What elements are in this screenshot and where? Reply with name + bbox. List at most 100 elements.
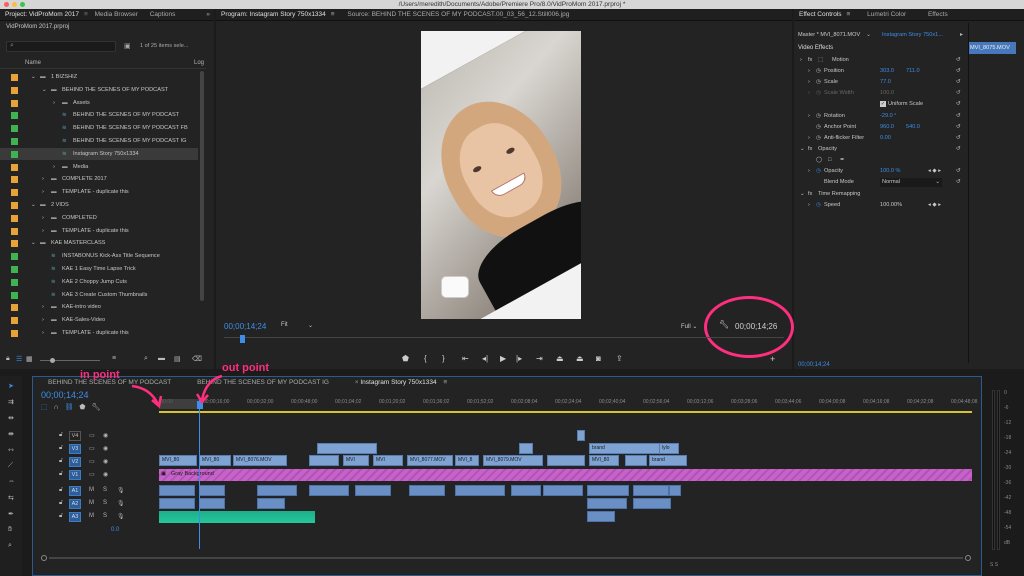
- reset-icon[interactable]: ↺: [956, 55, 961, 66]
- track-lock-icon[interactable]: 🔓︎: [59, 432, 63, 439]
- keyframe-nav-icon[interactable]: ◂ ◆ ▸: [928, 166, 941, 177]
- disclosure-open-icon[interactable]: ⌄: [42, 84, 47, 97]
- audio-clip-music[interactable]: [159, 511, 315, 523]
- tab-project[interactable]: Project: VidProMom 2017: [0, 9, 84, 21]
- microphone-icon[interactable]: 🎙︎: [117, 500, 125, 507]
- timeline-timecode[interactable]: 00;00;14;24: [41, 390, 89, 400]
- project-item[interactable]: › ▬ Media: [0, 161, 198, 174]
- eye-icon[interactable]: ◉: [103, 432, 108, 439]
- label-color-swatch[interactable]: [11, 266, 18, 273]
- track-target-toggle[interactable]: V2: [69, 457, 81, 467]
- sort-icon[interactable]: ≡: [112, 355, 116, 362]
- video-clip[interactable]: [547, 455, 585, 466]
- audio-clip[interactable]: [355, 485, 391, 496]
- reset-icon[interactable]: ↺: [956, 111, 961, 122]
- reset-icon[interactable]: ↺: [956, 144, 961, 155]
- resolution-dropdown[interactable]: Full ⌄: [681, 323, 697, 330]
- disclosure-open-icon[interactable]: ⌄: [31, 71, 36, 84]
- reset-icon[interactable]: ↺: [956, 122, 961, 133]
- insert-overwrite-icon[interactable]: ⬚: [41, 404, 48, 411]
- label-color-swatch[interactable]: [11, 163, 18, 171]
- label-color-swatch[interactable]: [11, 278, 18, 286]
- solo-button[interactable]: S: [103, 487, 107, 493]
- work-area-bar[interactable]: [159, 411, 972, 413]
- playhead-line[interactable]: [199, 399, 200, 549]
- project-item[interactable]: › ▬ TEMPLATE - duplicate this: [0, 186, 198, 199]
- find-icon[interactable]: ⌕: [144, 355, 148, 363]
- tab-effect-controls[interactable]: Effect Controls: [794, 9, 847, 21]
- audio-clip[interactable]: [257, 498, 285, 509]
- trash-icon[interactable]: ⌫: [192, 355, 202, 363]
- close-window-icon[interactable]: [4, 2, 9, 7]
- disclosure-closed-icon[interactable]: ›: [42, 314, 44, 327]
- ellipse-mask-icon[interactable]: ◯: [816, 155, 822, 166]
- label-color-swatch[interactable]: [11, 176, 18, 184]
- track-lock-icon[interactable]: 🔓︎: [59, 500, 63, 507]
- disclosure-closed-icon[interactable]: ›: [42, 327, 44, 340]
- audio-clip[interactable]: [543, 485, 583, 496]
- video-clip[interactable]: MVI_8077.MOV: [407, 455, 453, 466]
- disclosure-closed-icon[interactable]: ›: [53, 161, 55, 174]
- step-back-icon[interactable]: ◂|: [482, 354, 488, 363]
- ec-timecode[interactable]: 00;00;14;24: [798, 362, 830, 368]
- disclosure-closed-icon[interactable]: ›: [42, 186, 44, 199]
- solo-buttons[interactable]: S S: [990, 562, 998, 568]
- keyframe-nav-icon[interactable]: ◂ ◆ ▸: [928, 200, 941, 211]
- opacity-value[interactable]: 100.0 %: [880, 166, 901, 177]
- reset-icon[interactable]: ↺: [956, 77, 961, 88]
- list-view-icon[interactable]: ☰: [16, 355, 22, 363]
- stopwatch-icon[interactable]: ◷: [816, 111, 821, 122]
- anti-flicker-value[interactable]: 0.00: [880, 133, 891, 144]
- panel-overflow-icon[interactable]: »: [206, 9, 210, 21]
- label-color-swatch[interactable]: [11, 304, 18, 312]
- audio-clip[interactable]: [199, 498, 225, 509]
- panel-menu-icon[interactable]: ≡: [331, 11, 335, 18]
- project-item[interactable]: ≋ KAE 3 Create Custom Thumbnails: [0, 289, 198, 302]
- rate-stretch-tool-icon[interactable]: ⇿: [8, 446, 14, 454]
- project-item[interactable]: ≋ Instagram Story 750x1334: [0, 147, 198, 161]
- microphone-icon[interactable]: 🎙︎: [117, 487, 125, 494]
- reset-icon[interactable]: ↺: [956, 133, 961, 144]
- search-input[interactable]: ⌕: [6, 41, 116, 52]
- playhead-handle[interactable]: [197, 401, 203, 409]
- video-clip[interactable]: [625, 455, 647, 466]
- project-item[interactable]: ≋ BEHIND THE SCENES OF MY PODCAST IG: [0, 135, 198, 148]
- new-item-icon[interactable]: ▤: [174, 355, 181, 363]
- track-target-toggle[interactable]: V4: [69, 431, 81, 441]
- track-select-tool-icon[interactable]: ⇉: [8, 398, 14, 406]
- solo-button[interactable]: S: [103, 513, 107, 519]
- track-lock-icon[interactable]: 🔓︎: [59, 471, 63, 478]
- add-marker-icon[interactable]: ⬟: [402, 354, 409, 363]
- reset-icon[interactable]: ↺: [956, 88, 961, 99]
- uniform-scale-checkbox[interactable]: ✓: [880, 101, 886, 107]
- audio-clip[interactable]: [159, 485, 195, 496]
- label-color-swatch[interactable]: [11, 240, 18, 248]
- zoom-slider[interactable]: [40, 358, 100, 363]
- sync-lock-icon[interactable]: ▭: [89, 471, 95, 478]
- project-item[interactable]: ⌄ ▬ KAE MASTERCLASS: [0, 237, 198, 250]
- rotation-value[interactable]: -29.0 °: [880, 111, 897, 122]
- panel-menu-icon[interactable]: ≡: [443, 379, 447, 386]
- project-item[interactable]: › ▬ Assets: [0, 97, 198, 110]
- linked-selection-icon[interactable]: ⛓︎: [65, 404, 74, 411]
- sequence-clip-label[interactable]: Instagram Story 750x1...: [882, 32, 943, 38]
- new-bin-icon[interactable]: ▬: [158, 355, 165, 362]
- stopwatch-icon[interactable]: ◷: [816, 122, 821, 133]
- add-marker-icon[interactable]: ⬟: [79, 404, 85, 411]
- label-color-swatch[interactable]: [11, 99, 18, 107]
- time-ruler[interactable]: :00;0000;00;16;0000;00;32;0000;00;48;000…: [159, 391, 977, 413]
- audio-clip[interactable]: [511, 485, 541, 496]
- playhead-timecode[interactable]: 00;00;14;24: [224, 322, 266, 331]
- master-clip-label[interactable]: Master * MVI_8071.MOV: [798, 32, 860, 38]
- stopwatch-icon[interactable]: ◷: [816, 66, 821, 77]
- selection-tool-icon[interactable]: ➤: [8, 382, 14, 390]
- slide-tool-icon[interactable]: ⇆: [8, 494, 14, 502]
- step-forward-icon[interactable]: |▸: [516, 354, 522, 363]
- track-lock-icon[interactable]: 🔓︎: [59, 458, 63, 465]
- lift-icon[interactable]: ⏏: [556, 354, 564, 363]
- audio-clip[interactable]: [587, 511, 615, 522]
- project-item[interactable]: ⌄ ▬ 2 VIDS: [0, 199, 198, 212]
- label-color-swatch[interactable]: [11, 189, 18, 197]
- video-clip[interactable]: MVI: [373, 455, 403, 466]
- track-target-toggle[interactable]: A2: [69, 499, 81, 509]
